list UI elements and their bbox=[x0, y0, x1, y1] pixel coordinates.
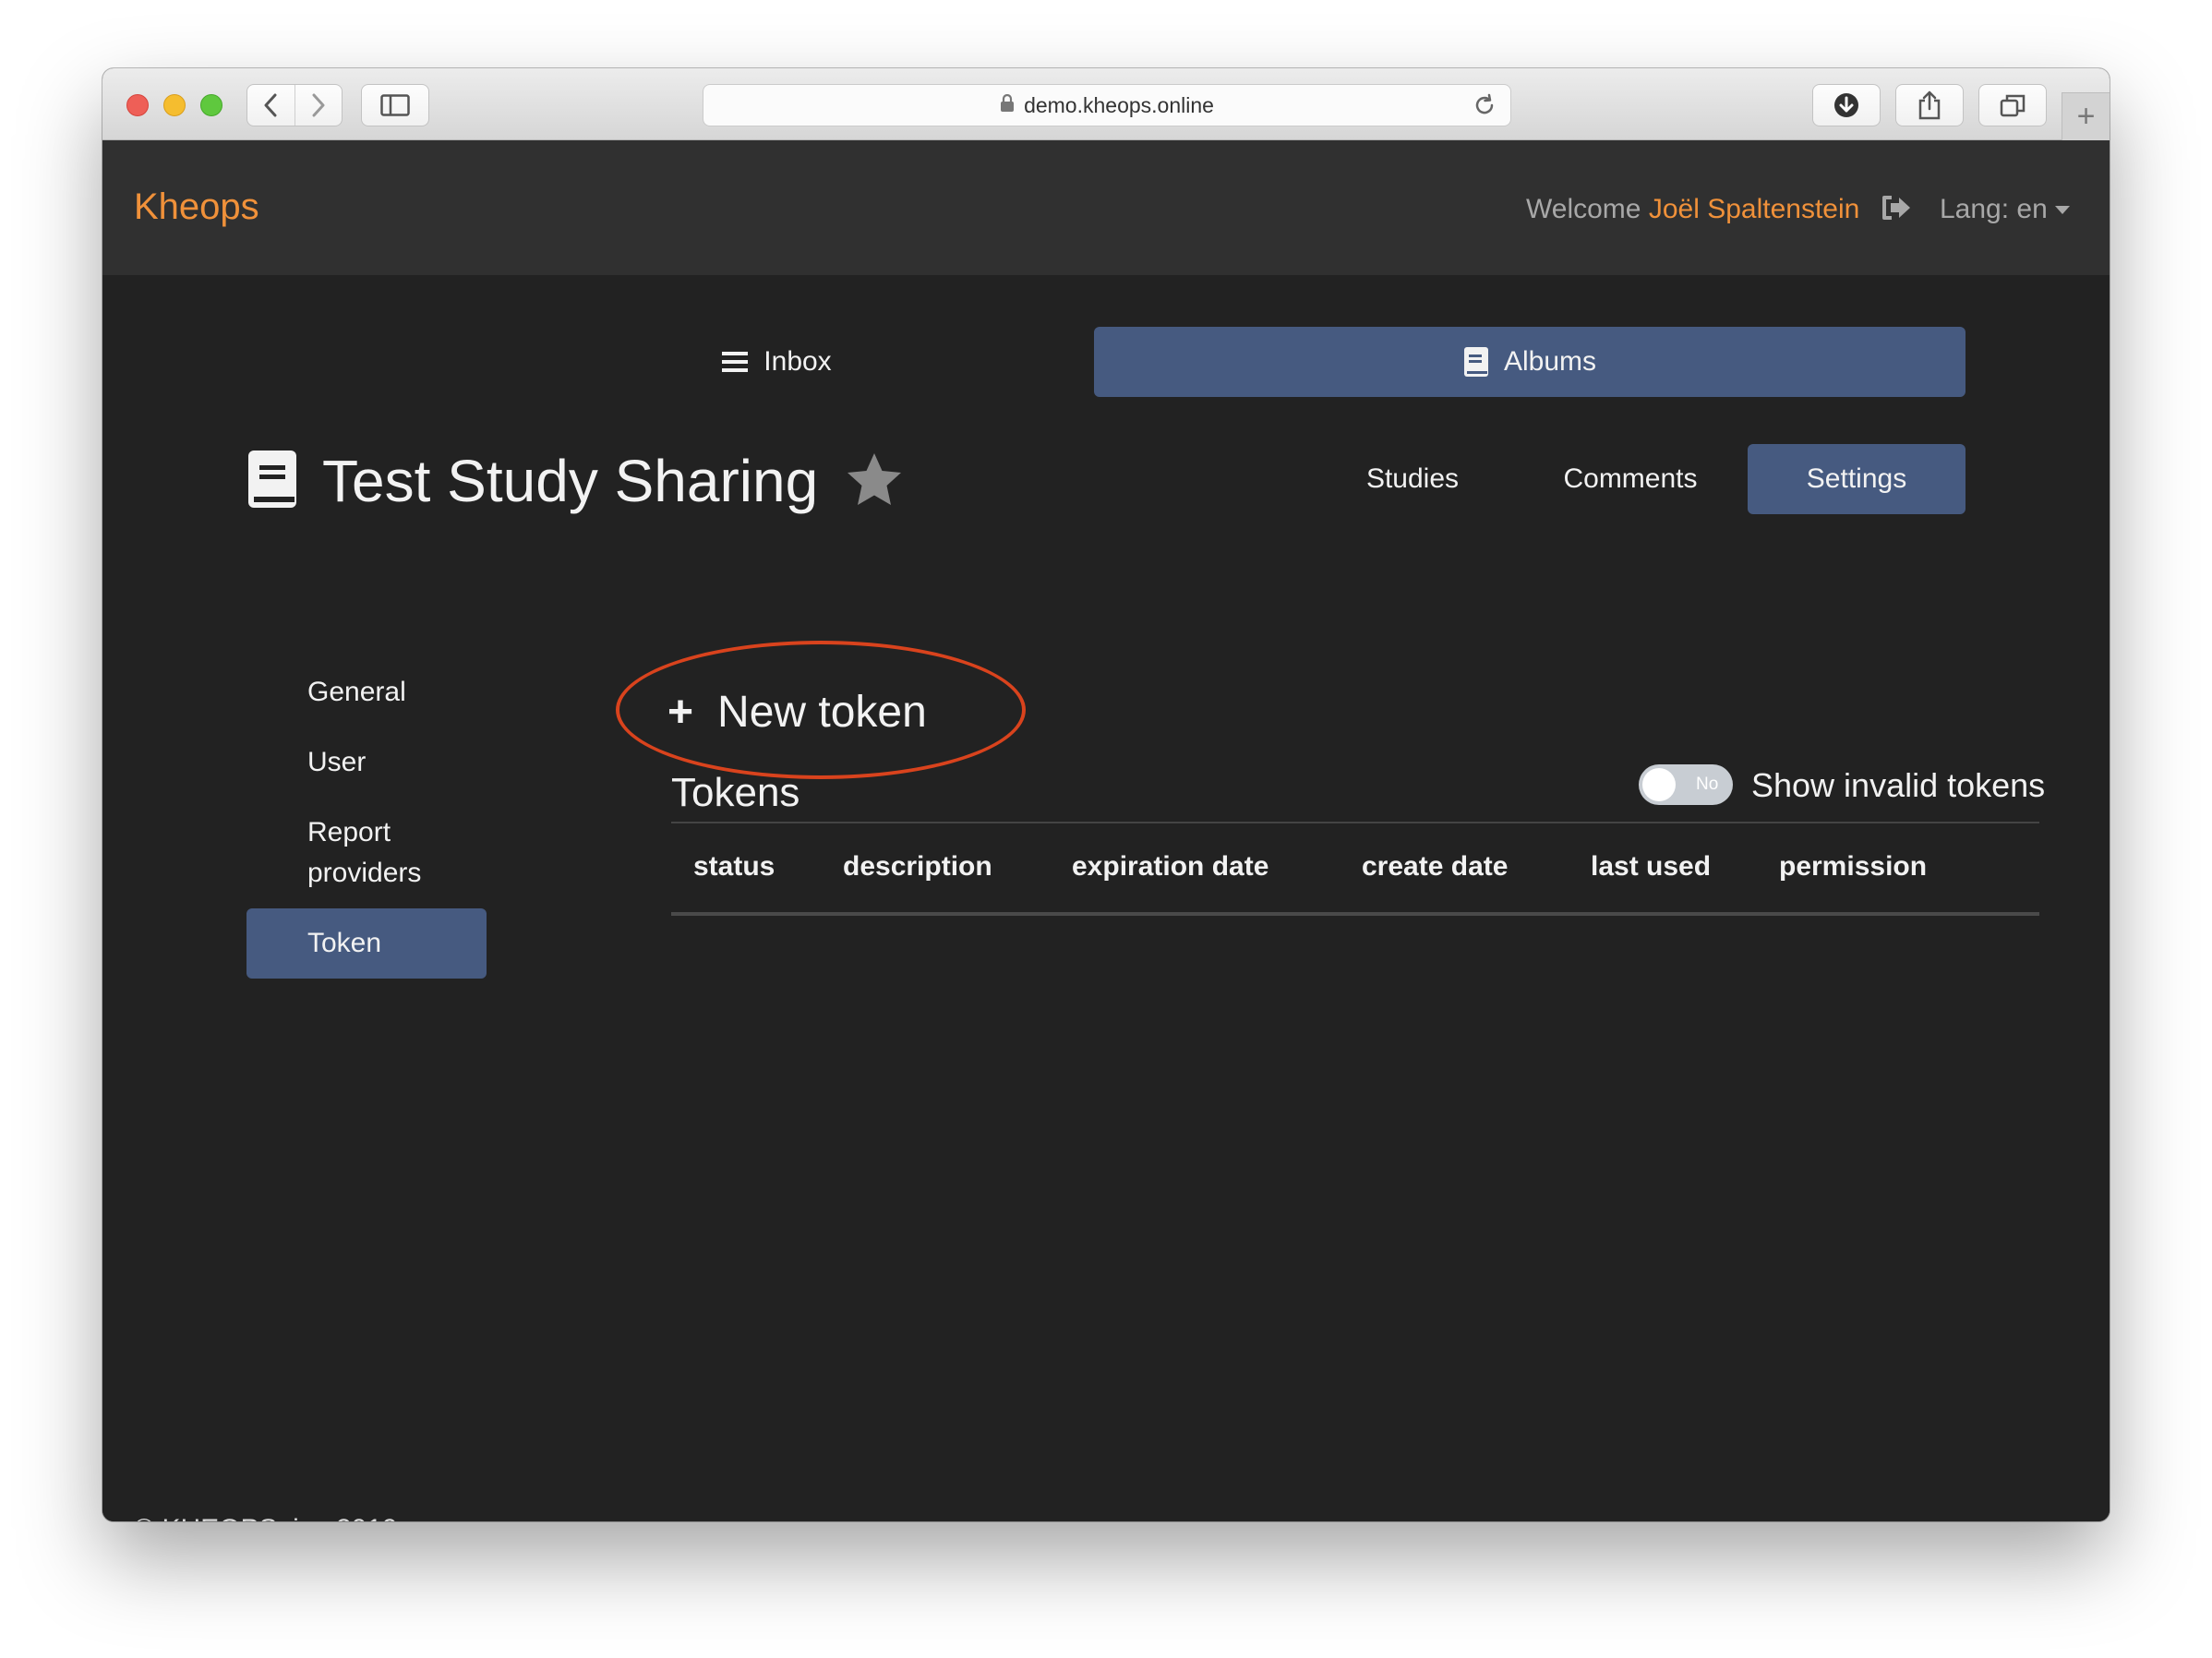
column-header-status[interactable]: status bbox=[693, 851, 775, 883]
downloads-button[interactable] bbox=[1812, 84, 1881, 126]
lock-icon bbox=[1000, 93, 1015, 118]
browser-toolbar: demo.kheops.online + bbox=[102, 68, 2110, 140]
albums-label: Albums bbox=[1503, 346, 1597, 377]
tab-studies[interactable]: Studies bbox=[1334, 444, 1491, 514]
book-icon bbox=[246, 449, 298, 514]
star-icon[interactable] bbox=[846, 451, 903, 511]
show-invalid-tokens-toggle[interactable]: No bbox=[1639, 764, 1733, 805]
column-header-last-used[interactable]: last used bbox=[1591, 851, 1711, 883]
back-button[interactable] bbox=[247, 85, 295, 126]
sidebar-toggle-button[interactable] bbox=[361, 84, 429, 126]
show-invalid-tokens-label: Show invalid tokens bbox=[1751, 766, 2046, 804]
logout-icon[interactable] bbox=[1881, 194, 1912, 226]
nav-tab-inbox[interactable]: Inbox bbox=[343, 327, 1210, 397]
tabs-overview-icon bbox=[2000, 94, 2026, 117]
plus-icon: + bbox=[2076, 99, 2096, 134]
tab-settings[interactable]: Settings bbox=[1748, 444, 1966, 514]
minimize-window-button[interactable] bbox=[163, 94, 186, 116]
sidebar-icon bbox=[380, 94, 410, 116]
address-bar[interactable]: demo.kheops.online bbox=[703, 84, 1511, 126]
column-header-create-date[interactable]: create date bbox=[1362, 851, 1508, 883]
settings-menu-user[interactable]: User bbox=[307, 742, 366, 783]
column-header-description[interactable]: description bbox=[843, 851, 992, 883]
url-text: demo.kheops.online bbox=[1024, 92, 1214, 117]
book-icon bbox=[1463, 346, 1489, 378]
tab-comments[interactable]: Comments bbox=[1543, 444, 1718, 514]
bars-icon bbox=[721, 350, 749, 374]
footer-copyright: © KHEOPS, inc 2019 bbox=[134, 1514, 398, 1521]
language-label: Lang: en bbox=[1940, 194, 2048, 224]
nav-tab-albums[interactable]: Albums bbox=[1094, 327, 1966, 397]
show-tabs-button[interactable] bbox=[1978, 84, 2047, 126]
inbox-label: Inbox bbox=[763, 346, 832, 377]
caret-down-icon bbox=[2054, 205, 2070, 214]
history-nav-group bbox=[246, 84, 343, 126]
settings-menu-report-providers[interactable]: Report providers bbox=[307, 812, 455, 894]
app-header: Kheops Welcome Joël Spaltenstein Lang: e… bbox=[102, 140, 2110, 275]
browser-window: demo.kheops.online + Kheops Welcome Joël… bbox=[102, 68, 2110, 1521]
chevron-right-icon bbox=[312, 93, 325, 117]
toggle-state-label: No bbox=[1696, 775, 1719, 794]
share-button[interactable] bbox=[1895, 84, 1964, 126]
settings-menu-general[interactable]: General bbox=[307, 672, 406, 713]
table-divider bbox=[671, 822, 2039, 823]
settings-menu-token[interactable]: Token bbox=[246, 908, 487, 979]
column-header-permission[interactable]: permission bbox=[1779, 851, 1927, 883]
main-content: Inbox Albums Test Study Sharing Studies … bbox=[102, 275, 2110, 1521]
new-tab-button[interactable]: + bbox=[2062, 92, 2110, 140]
album-title-row: Test Study Sharing bbox=[246, 447, 903, 515]
zoom-window-button[interactable] bbox=[200, 94, 222, 116]
brand-logo-link[interactable]: Kheops bbox=[134, 186, 259, 228]
reload-icon[interactable] bbox=[1472, 92, 1497, 124]
column-header-expiration-date[interactable]: expiration date bbox=[1072, 851, 1268, 883]
download-icon bbox=[1834, 93, 1858, 117]
close-window-button[interactable] bbox=[126, 94, 149, 116]
forward-button[interactable] bbox=[294, 85, 342, 126]
user-name-link[interactable]: Joël Spaltenstein bbox=[1649, 194, 1860, 224]
language-dropdown[interactable]: Lang: en bbox=[1940, 194, 2070, 225]
share-icon bbox=[1918, 90, 1941, 120]
chevron-left-icon bbox=[264, 93, 277, 117]
tokens-heading: Tokens bbox=[671, 770, 800, 815]
table-header-divider bbox=[671, 912, 2039, 916]
welcome-text: Welcome Joël Spaltenstein bbox=[1526, 194, 1859, 225]
album-title: Test Study Sharing bbox=[322, 448, 819, 514]
welcome-prefix: Welcome bbox=[1526, 194, 1641, 224]
toggle-knob bbox=[1642, 768, 1676, 801]
highlight-annotation bbox=[616, 641, 1026, 779]
